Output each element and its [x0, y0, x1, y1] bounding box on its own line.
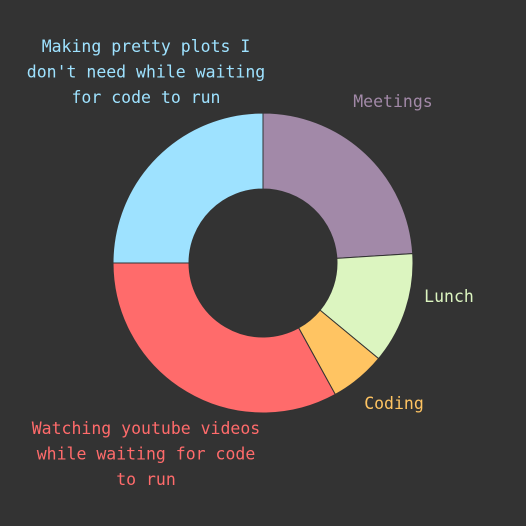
label-lunch: Lunch [424, 287, 474, 306]
label-making-pretty-plots: Making pretty plots Idon't need while wa… [27, 37, 265, 107]
label-watching-youtube-videos: Watching youtube videos while waiting for… [32, 419, 260, 489]
donut-chart: Meetings Lunch Coding Watching youtube vide… [27, 37, 474, 489]
donut-slices [112, 112, 414, 414]
slice-making-pretty-plots [112, 112, 264, 264]
label-meetings: Meetings [353, 92, 432, 111]
label-coding: Coding [364, 394, 424, 413]
slice-watching-youtube-videos [112, 262, 336, 414]
slice-meetings [262, 112, 414, 259]
